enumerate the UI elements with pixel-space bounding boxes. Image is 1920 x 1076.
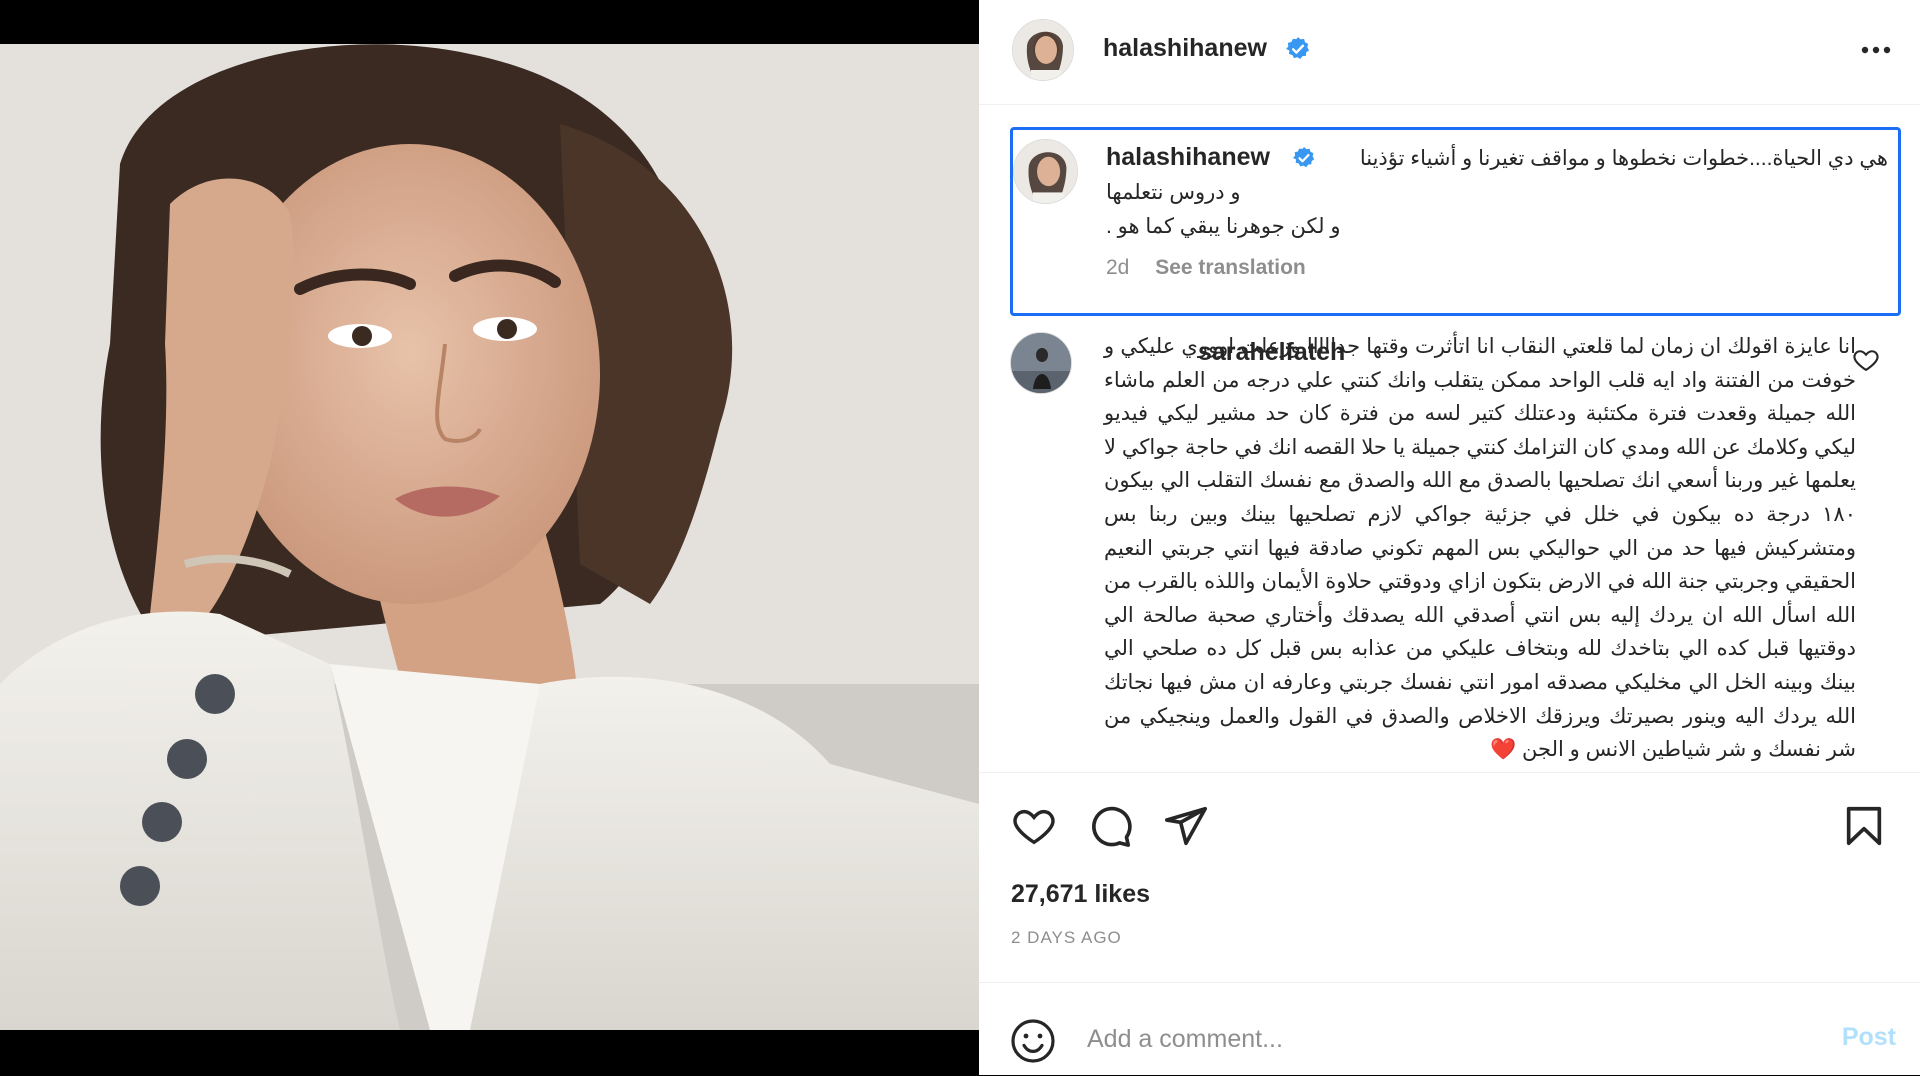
post-header: halashihanew <box>979 0 1920 105</box>
post-media <box>0 0 979 1075</box>
caption-text-line: و دروس نتعلمها <box>1106 181 1241 204</box>
heart-icon <box>1013 809 1055 845</box>
comment-icon <box>1092 806 1132 847</box>
likes-count[interactable]: 27,671 likes <box>1011 880 1150 909</box>
heart-outline-icon <box>1853 350 1879 372</box>
commenter-avatar[interactable] <box>1010 332 1072 394</box>
post-date[interactable]: 2 DAYS AGO <box>1011 928 1122 948</box>
caption-meta: 2d See translation <box>1106 256 1326 280</box>
comment-like-button[interactable] <box>1852 346 1880 374</box>
comment-input[interactable] <box>1087 1021 1727 1057</box>
author-avatar[interactable] <box>1012 19 1074 81</box>
more-options-icon <box>1861 46 1891 54</box>
post-caption: halashihanew هي دي الحياة....خطوات نخطوه… <box>1010 127 1901 316</box>
comment-body: انا عايزة اقولك ان زمان لما قلعتي النقاب… <box>1104 330 1856 766</box>
caption-text-line: و لكن جوهرنا يبقي كما هو . <box>1106 215 1341 238</box>
comment-item: انا عايزة اقولك ان زمان لما قلعتي النقاب… <box>1010 326 1890 766</box>
commenter-username[interactable]: sarahelfateh <box>1198 336 1345 370</box>
post-comment-button[interactable]: Post <box>1842 1023 1896 1052</box>
share-icon <box>1165 806 1207 846</box>
comment-button[interactable] <box>1087 803 1133 849</box>
comment-composer: Post <box>979 982 1920 1076</box>
verified-badge-icon <box>1286 37 1310 59</box>
comment-text: انا عايزة اقولك ان زمان لما قلعتي النقاب… <box>1104 335 1856 762</box>
post-actions: 27,671 likes 2 DAYS AGO Post <box>979 772 1920 1072</box>
author-username[interactable]: halashihanew <box>1103 34 1267 63</box>
share-button[interactable] <box>1163 803 1209 849</box>
bookmark-icon <box>1846 806 1882 846</box>
caption-author-avatar[interactable] <box>1013 139 1078 204</box>
more-options-button[interactable] <box>1856 30 1896 70</box>
portrait-illustration <box>0 44 979 1030</box>
caption-text-line: هي دي الحياة....خطوات نخطوها و مواقف تغي… <box>1359 147 1888 170</box>
caption-timestamp[interactable]: 2d <box>1106 256 1129 279</box>
emoji-button[interactable] <box>1009 1017 1057 1065</box>
emoji-icon <box>1011 1019 1055 1063</box>
caption-username[interactable]: halashihanew <box>1106 143 1270 172</box>
like-button[interactable] <box>1011 803 1057 849</box>
save-button[interactable] <box>1841 803 1887 849</box>
post-side-panel: halashihanew halashihanew هي دي الحياة..… <box>979 0 1920 1075</box>
see-translation-button[interactable]: See translation <box>1155 256 1306 279</box>
verified-badge-icon <box>1293 147 1315 168</box>
post-photo[interactable] <box>0 44 979 1030</box>
